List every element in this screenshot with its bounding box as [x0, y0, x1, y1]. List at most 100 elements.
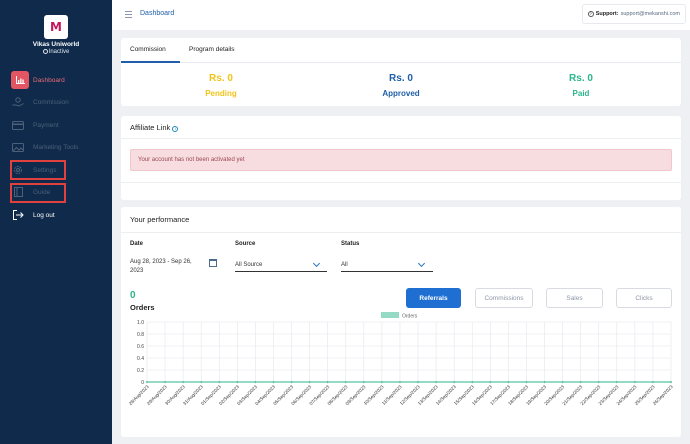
- y-tick-label: 0: [141, 380, 144, 386]
- status-dot-icon: [42, 49, 48, 54]
- info-icon[interactable]: i: [172, 126, 179, 132]
- data-point-orders: [308, 381, 311, 383]
- tab-bar: Commission Program details: [121, 38, 681, 63]
- source-underline: [235, 271, 327, 272]
- data-point-orders: [561, 381, 564, 383]
- data-point-orders: [543, 381, 546, 383]
- affiliate-title: Affiliate Link i: [130, 123, 179, 132]
- data-point-orders: [652, 381, 654, 383]
- date-range-field[interactable]: Aug 28, 2023 - Sep 26, 2023: [130, 258, 192, 276]
- data-point-orders: [453, 381, 456, 383]
- support-email[interactable]: support@mekanshi.com: [621, 11, 680, 17]
- sales-button[interactable]: Sales: [546, 288, 603, 308]
- stat-value: Rs. 0: [389, 73, 413, 84]
- sidebar-item-payment[interactable]: Payment: [11, 116, 111, 134]
- data-point-orders: [182, 381, 185, 383]
- sidebar-item-label: Log out: [33, 211, 55, 219]
- sidebar-item-label: Dashboard: [33, 76, 65, 84]
- data-point-orders: [200, 381, 203, 383]
- y-tick-label: 1.0: [137, 320, 144, 326]
- org-status: Inactive: [0, 49, 112, 55]
- orders-label: Orders: [130, 303, 155, 312]
- image-icon: [11, 141, 25, 153]
- divider: [121, 138, 681, 139]
- support-box[interactable]: ? Support: support@mekanshi.com: [581, 4, 686, 24]
- referrals-button[interactable]: Referrals: [406, 288, 461, 308]
- data-point-orders: [290, 381, 293, 383]
- data-point-orders: [417, 381, 419, 383]
- data-point-orders: [597, 381, 600, 383]
- data-point-orders: [579, 381, 582, 383]
- brand-logo: M: [44, 15, 68, 39]
- help-icon: ?: [587, 11, 594, 17]
- data-point-orders: [380, 381, 383, 383]
- data-point-orders: [326, 381, 329, 383]
- breadcrumb[interactable]: Dashboard: [140, 10, 174, 17]
- status-label: Status: [341, 241, 360, 247]
- sidebar-item-label: Commission: [33, 98, 69, 106]
- sidebar-item-commission[interactable]: Commission: [11, 93, 111, 111]
- data-point-orders: [146, 381, 148, 383]
- org-status-text: Inactive: [48, 49, 70, 55]
- data-point-orders: [471, 381, 474, 383]
- data-point-orders: [507, 381, 510, 383]
- stat-approved: Rs. 0 Approved: [341, 73, 461, 98]
- sidebar: M Vikas Uniworld Inactive Dashboard Comm…: [0, 0, 112, 444]
- orders-count: 0: [130, 290, 136, 301]
- source-select[interactable]: All Source: [235, 261, 262, 270]
- data-point-orders: [633, 381, 636, 383]
- inactive-alert: Your account has not been activated yet: [130, 149, 672, 171]
- stat-paid: Rs. 0 Paid: [521, 73, 641, 98]
- chevron-down-icon[interactable]: [312, 259, 321, 268]
- orders-chart: Orders1.00.80.60.40.2028/Aug/202329/Aug/…: [128, 312, 674, 406]
- menu-icon[interactable]: [125, 11, 132, 18]
- affiliate-title-text: Affiliate Link: [130, 123, 171, 132]
- data-point-orders: [489, 381, 492, 383]
- status-underline: [341, 271, 433, 272]
- divider: [121, 232, 681, 233]
- highlight-box-settings: [10, 160, 66, 180]
- credit-card-icon: [11, 119, 25, 131]
- data-point-orders: [525, 381, 528, 383]
- org-name: Vikas Uniworld: [32, 41, 80, 48]
- legend-swatch: [381, 312, 399, 318]
- stat-pending: Rs. 0 Pending: [161, 73, 281, 98]
- data-point-orders: [670, 381, 672, 383]
- sidebar-item-marketing-tools[interactable]: Marketing Tools: [11, 138, 111, 156]
- y-tick-label: 0.4: [137, 356, 144, 362]
- date-label: Date: [130, 241, 144, 247]
- data-point-orders: [399, 381, 401, 383]
- data-point-orders: [164, 381, 166, 383]
- commission-card: Commission Program details Rs. 0 Pending…: [121, 38, 681, 106]
- sidebar-item-logout[interactable]: Log out: [11, 206, 111, 224]
- calendar-icon[interactable]: [209, 259, 217, 267]
- sidebar-item-label: Payment: [33, 121, 59, 129]
- performance-card: Your performance Date Aug 28, 2023 - Sep…: [121, 207, 681, 437]
- performance-title: Your performance: [130, 215, 190, 224]
- highlight-box-guide: [10, 183, 66, 203]
- stat-label: Pending: [205, 89, 237, 98]
- active-tab-indicator: [121, 61, 180, 63]
- data-point-orders: [435, 381, 438, 383]
- chevron-down-icon[interactable]: [417, 259, 426, 268]
- stat-value: Rs. 0: [569, 73, 593, 84]
- data-point-orders: [254, 381, 257, 383]
- tab-commission[interactable]: Commission: [130, 46, 166, 53]
- data-point-orders: [362, 381, 365, 383]
- sidebar-item-dashboard[interactable]: Dashboard: [11, 71, 111, 89]
- top-bar: Dashboard ? Support: support@mekanshi.co…: [112, 0, 690, 30]
- stat-value: Rs. 0: [209, 73, 233, 84]
- y-tick-label: 0.8: [137, 332, 144, 338]
- data-point-orders: [615, 381, 618, 383]
- tab-program-details[interactable]: Program details: [189, 46, 235, 53]
- date-range-line1: Aug 28, 2023 - Sep 26,: [130, 259, 192, 265]
- clicks-button[interactable]: Clicks: [616, 288, 672, 308]
- commissions-button[interactable]: Commissions: [475, 288, 533, 308]
- divider: [121, 182, 681, 183]
- data-point-orders: [272, 381, 275, 383]
- status-select[interactable]: All: [341, 261, 348, 270]
- data-point-orders: [344, 381, 347, 383]
- y-tick-label: 0.2: [137, 368, 144, 374]
- data-point-orders: [236, 381, 239, 383]
- hand-coin-icon: [11, 96, 25, 108]
